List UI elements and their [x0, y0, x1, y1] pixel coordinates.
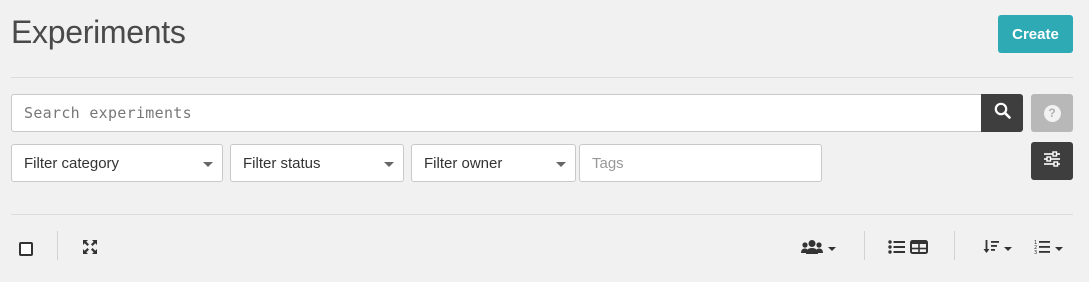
- list-icon: [887, 239, 905, 259]
- order-dropdown-button[interactable]: 1 2 3: [1031, 240, 1065, 258]
- toolbar-divider: [11, 214, 1073, 215]
- toolbar-separator: [954, 231, 955, 260]
- chevron-down-icon: [384, 162, 394, 167]
- create-button[interactable]: Create: [998, 15, 1073, 53]
- chevron-down-icon: [203, 162, 213, 167]
- search-icon: [994, 102, 1011, 124]
- search-button[interactable]: [981, 94, 1023, 132]
- filter-owner-dropdown[interactable]: Filter owner: [411, 144, 576, 182]
- chevron-down-icon: [1054, 247, 1063, 251]
- filter-category-dropdown[interactable]: Filter category: [11, 144, 223, 182]
- toolbar-separator: [864, 231, 865, 260]
- ordered-list-icon: 1 2 3: [1034, 239, 1050, 259]
- question-circle-icon: ?: [1043, 104, 1061, 122]
- advanced-filters-button[interactable]: [1031, 142, 1073, 180]
- sort-amount-down-icon: [983, 239, 999, 259]
- table-view-button[interactable]: [909, 239, 928, 259]
- help-button[interactable]: ?: [1031, 94, 1073, 132]
- filter-status-label: Filter status: [243, 154, 321, 172]
- expand-arrows-icon: [82, 239, 98, 260]
- svg-text:3: 3: [1034, 250, 1037, 254]
- chevron-down-icon: [556, 162, 566, 167]
- expand-button[interactable]: [81, 239, 99, 260]
- users-icon: [800, 239, 823, 260]
- toolbar-separator: [57, 231, 58, 260]
- sliders-icon: [1043, 150, 1061, 172]
- chevron-down-icon: [1003, 247, 1012, 251]
- page-title: Experiments: [11, 14, 186, 50]
- filter-status-dropdown[interactable]: Filter status: [230, 144, 404, 182]
- chevron-down-icon: [827, 247, 836, 251]
- select-all-checkbox[interactable]: [19, 242, 33, 256]
- owners-dropdown-button[interactable]: [798, 239, 838, 260]
- table-icon: [909, 239, 928, 259]
- search-input[interactable]: [11, 94, 982, 132]
- filter-owner-label: Filter owner: [424, 154, 503, 172]
- filter-category-label: Filter category: [24, 154, 120, 172]
- tags-input[interactable]: [579, 144, 822, 182]
- sort-dropdown-button[interactable]: [980, 240, 1014, 258]
- list-view-button[interactable]: [887, 239, 905, 259]
- header-divider: [11, 77, 1073, 78]
